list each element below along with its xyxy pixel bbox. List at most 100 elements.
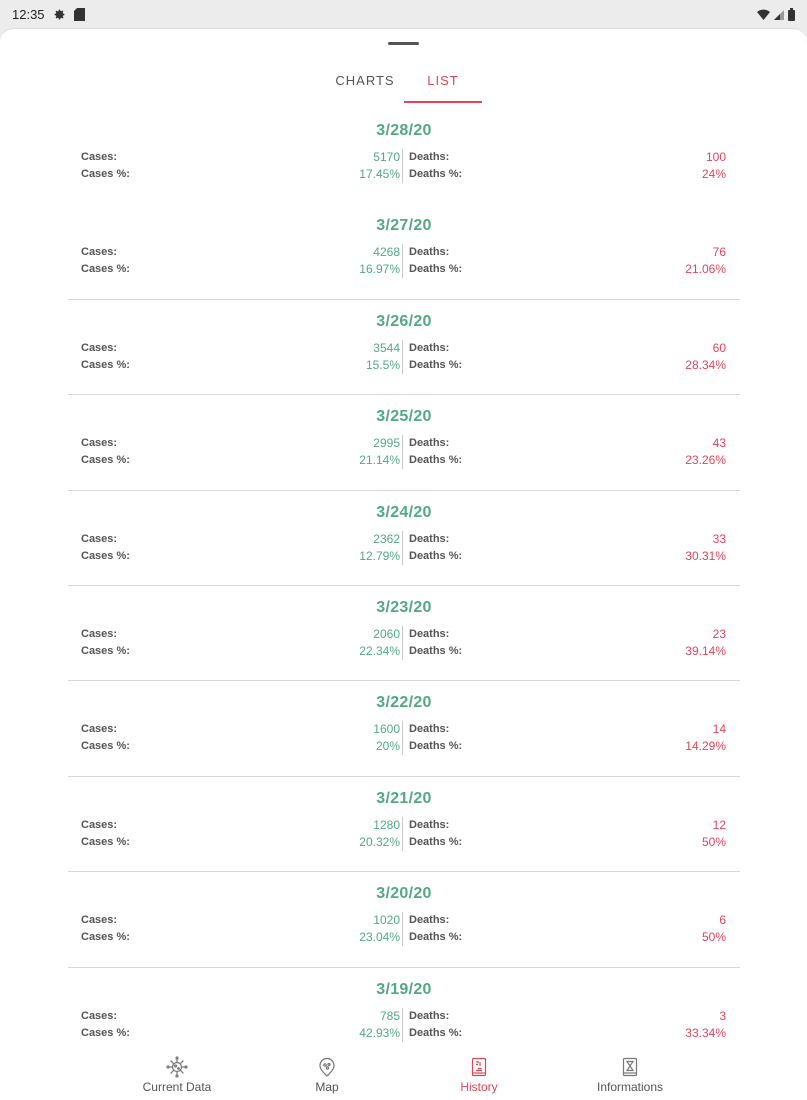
deaths-label: Deaths: [409,437,450,450]
cases-pct-value: 17.45% [359,167,400,181]
cases-pct-label: Cases %: [81,358,130,371]
cases-label: Cases: [81,532,118,545]
cases-value: 5170 [373,150,400,164]
entry-row-percentages: Cases %: 42.93% Deaths %: 33.34% [68,1024,740,1042]
deaths-pct-label: Deaths %: [409,931,463,944]
entry-row-counts: Cases: 4268 Deaths: 76 [68,244,740,262]
deaths-label: Deaths: [409,246,450,259]
deaths-pct-label: Deaths %: [409,1026,463,1039]
deaths-label: Deaths: [409,341,450,354]
nav-label-history: History [460,1080,498,1094]
battery-icon [788,7,795,21]
status-bar: 12:35 [0,0,807,28]
deaths-value: 12 [712,817,726,832]
history-entry: 3/26/20 Cases: 3544 Deaths: 60 Cases %: 15.5% D… [68,300,740,396]
tab-bar: CHARTS LIST [0,67,807,103]
column-divider [402,261,403,279]
column-divider [402,547,403,565]
nav-history[interactable]: History [409,1056,549,1094]
entry-date: 3/23/20 [376,598,432,616]
deaths-label: Deaths: [409,818,450,831]
history-list[interactable]: 3/28/20 Cases: 5170 Deaths: 100 Cases %: 17.45… [68,109,740,1063]
entry-row-percentages: Cases %: 22.34% Deaths %: 39.14% [68,642,740,660]
cases-label: Cases: [81,723,118,736]
nav-label-informations: Informations [596,1080,664,1094]
column-divider [402,642,403,660]
cases-value: 1020 [373,913,400,928]
history-entry: 3/22/20 Cases: 1600 Deaths: 14 Cases %: 20% Dea… [68,681,740,778]
deaths-label: Deaths: [409,1009,450,1022]
entry-row-percentages: Cases %: 12.79% Deaths %: 30.31% [68,547,740,565]
deaths-value: 14 [712,722,726,737]
column-divider [402,149,403,166]
deaths-pct-value: 30.31% [685,548,726,563]
column-divider [402,1024,403,1042]
entry-row-counts: Cases: 2060 Deaths: 23 [68,625,740,643]
cases-value: 2995 [373,436,400,451]
cases-pct-value: 23.04% [359,930,400,945]
tab-charts[interactable]: CHARTS [326,67,404,103]
cases-pct-value: 21.14% [359,453,400,468]
cases-label: Cases: [81,437,118,450]
app-screen: 12:35 CHARTS LIST 3/28/20 Cases: 5170 De… [0,0,807,1100]
signal-icon [774,9,784,20]
cases-pct-value: 22.34% [359,643,400,658]
bottom-sheet: CHARTS LIST 3/28/20 Cases: 5170 Deaths: 100 C… [0,28,807,1100]
entry-row-counts: Cases: 3544 Deaths: 60 [68,339,740,357]
deaths-value: 76 [712,245,726,260]
cases-value: 785 [379,1008,400,1023]
entry-row-counts: Cases: 1600 Deaths: 14 [68,721,740,739]
deaths-label: Deaths: [409,627,450,640]
column-divider [402,625,403,643]
cases-value: 1600 [373,722,400,737]
cases-pct-value: 15.5% [365,357,400,372]
history-entry: 3/25/20 Cases: 2995 Deaths: 43 Cases %: 21.14%… [68,395,740,491]
column-divider [402,833,403,851]
nav-current-data[interactable]: Current Data [107,1056,247,1094]
entry-row-counts: Cases: 5170 Deaths: 100 [68,149,740,166]
deaths-pct-value: 33.34% [685,1025,726,1040]
entry-date: 3/28/20 [376,122,432,139]
wifi-icon [757,9,770,20]
deaths-value: 100 [705,150,726,164]
map-pin-icon [257,1056,397,1078]
history-entry: 3/19/20 Cases: 785 Deaths: 3 Cases %: 42.93% De… [68,968,740,1063]
deaths-value: 60 [712,340,726,355]
status-right [757,7,795,21]
column-divider [402,929,403,947]
cases-pct-label: Cases %: [81,1026,130,1039]
deaths-value: 6 [719,913,726,928]
tab-list[interactable]: LIST [404,67,482,103]
column-divider [402,1007,403,1025]
cases-pct-label: Cases %: [81,835,130,848]
cases-pct-value: 12.79% [359,548,400,563]
cases-pct-value: 16.97% [359,262,400,277]
column-divider [402,435,403,453]
deaths-pct-value: 50% [701,834,726,849]
deaths-pct-label: Deaths %: [409,835,463,848]
column-divider [402,738,403,756]
entry-row-counts: Cases: 2362 Deaths: 33 [68,530,740,548]
entry-date: 3/27/20 [376,217,432,235]
nav-map[interactable]: Map [257,1056,397,1094]
entry-date: 3/24/20 [376,503,432,521]
column-divider [402,530,403,548]
drag-handle[interactable] [388,42,419,45]
nav-label-map: Map [315,1080,339,1094]
cases-value: 2362 [373,531,400,546]
history-book-icon [409,1056,549,1078]
entry-row-percentages: Cases %: 21.14% Deaths %: 23.26% [68,452,740,470]
cases-label: Cases: [81,246,118,259]
column-divider [402,356,403,374]
column-divider [402,339,403,357]
cases-label: Cases: [81,151,118,163]
history-entry: 3/21/20 Cases: 1280 Deaths: 12 Cases %: 20.32%… [68,777,740,873]
cases-pct-value: 20.32% [359,834,400,849]
info-book-icon [560,1056,700,1078]
history-entry: 3/24/20 Cases: 2362 Deaths: 33 Cases %: 12.79%… [68,491,740,587]
cases-pct-label: Cases %: [81,454,130,467]
column-divider [402,721,403,739]
history-entry: 3/23/20 Cases: 2060 Deaths: 23 Cases %: 22.34%… [68,586,740,682]
nav-informations[interactable]: Informations [560,1056,700,1094]
column-divider [402,912,403,930]
